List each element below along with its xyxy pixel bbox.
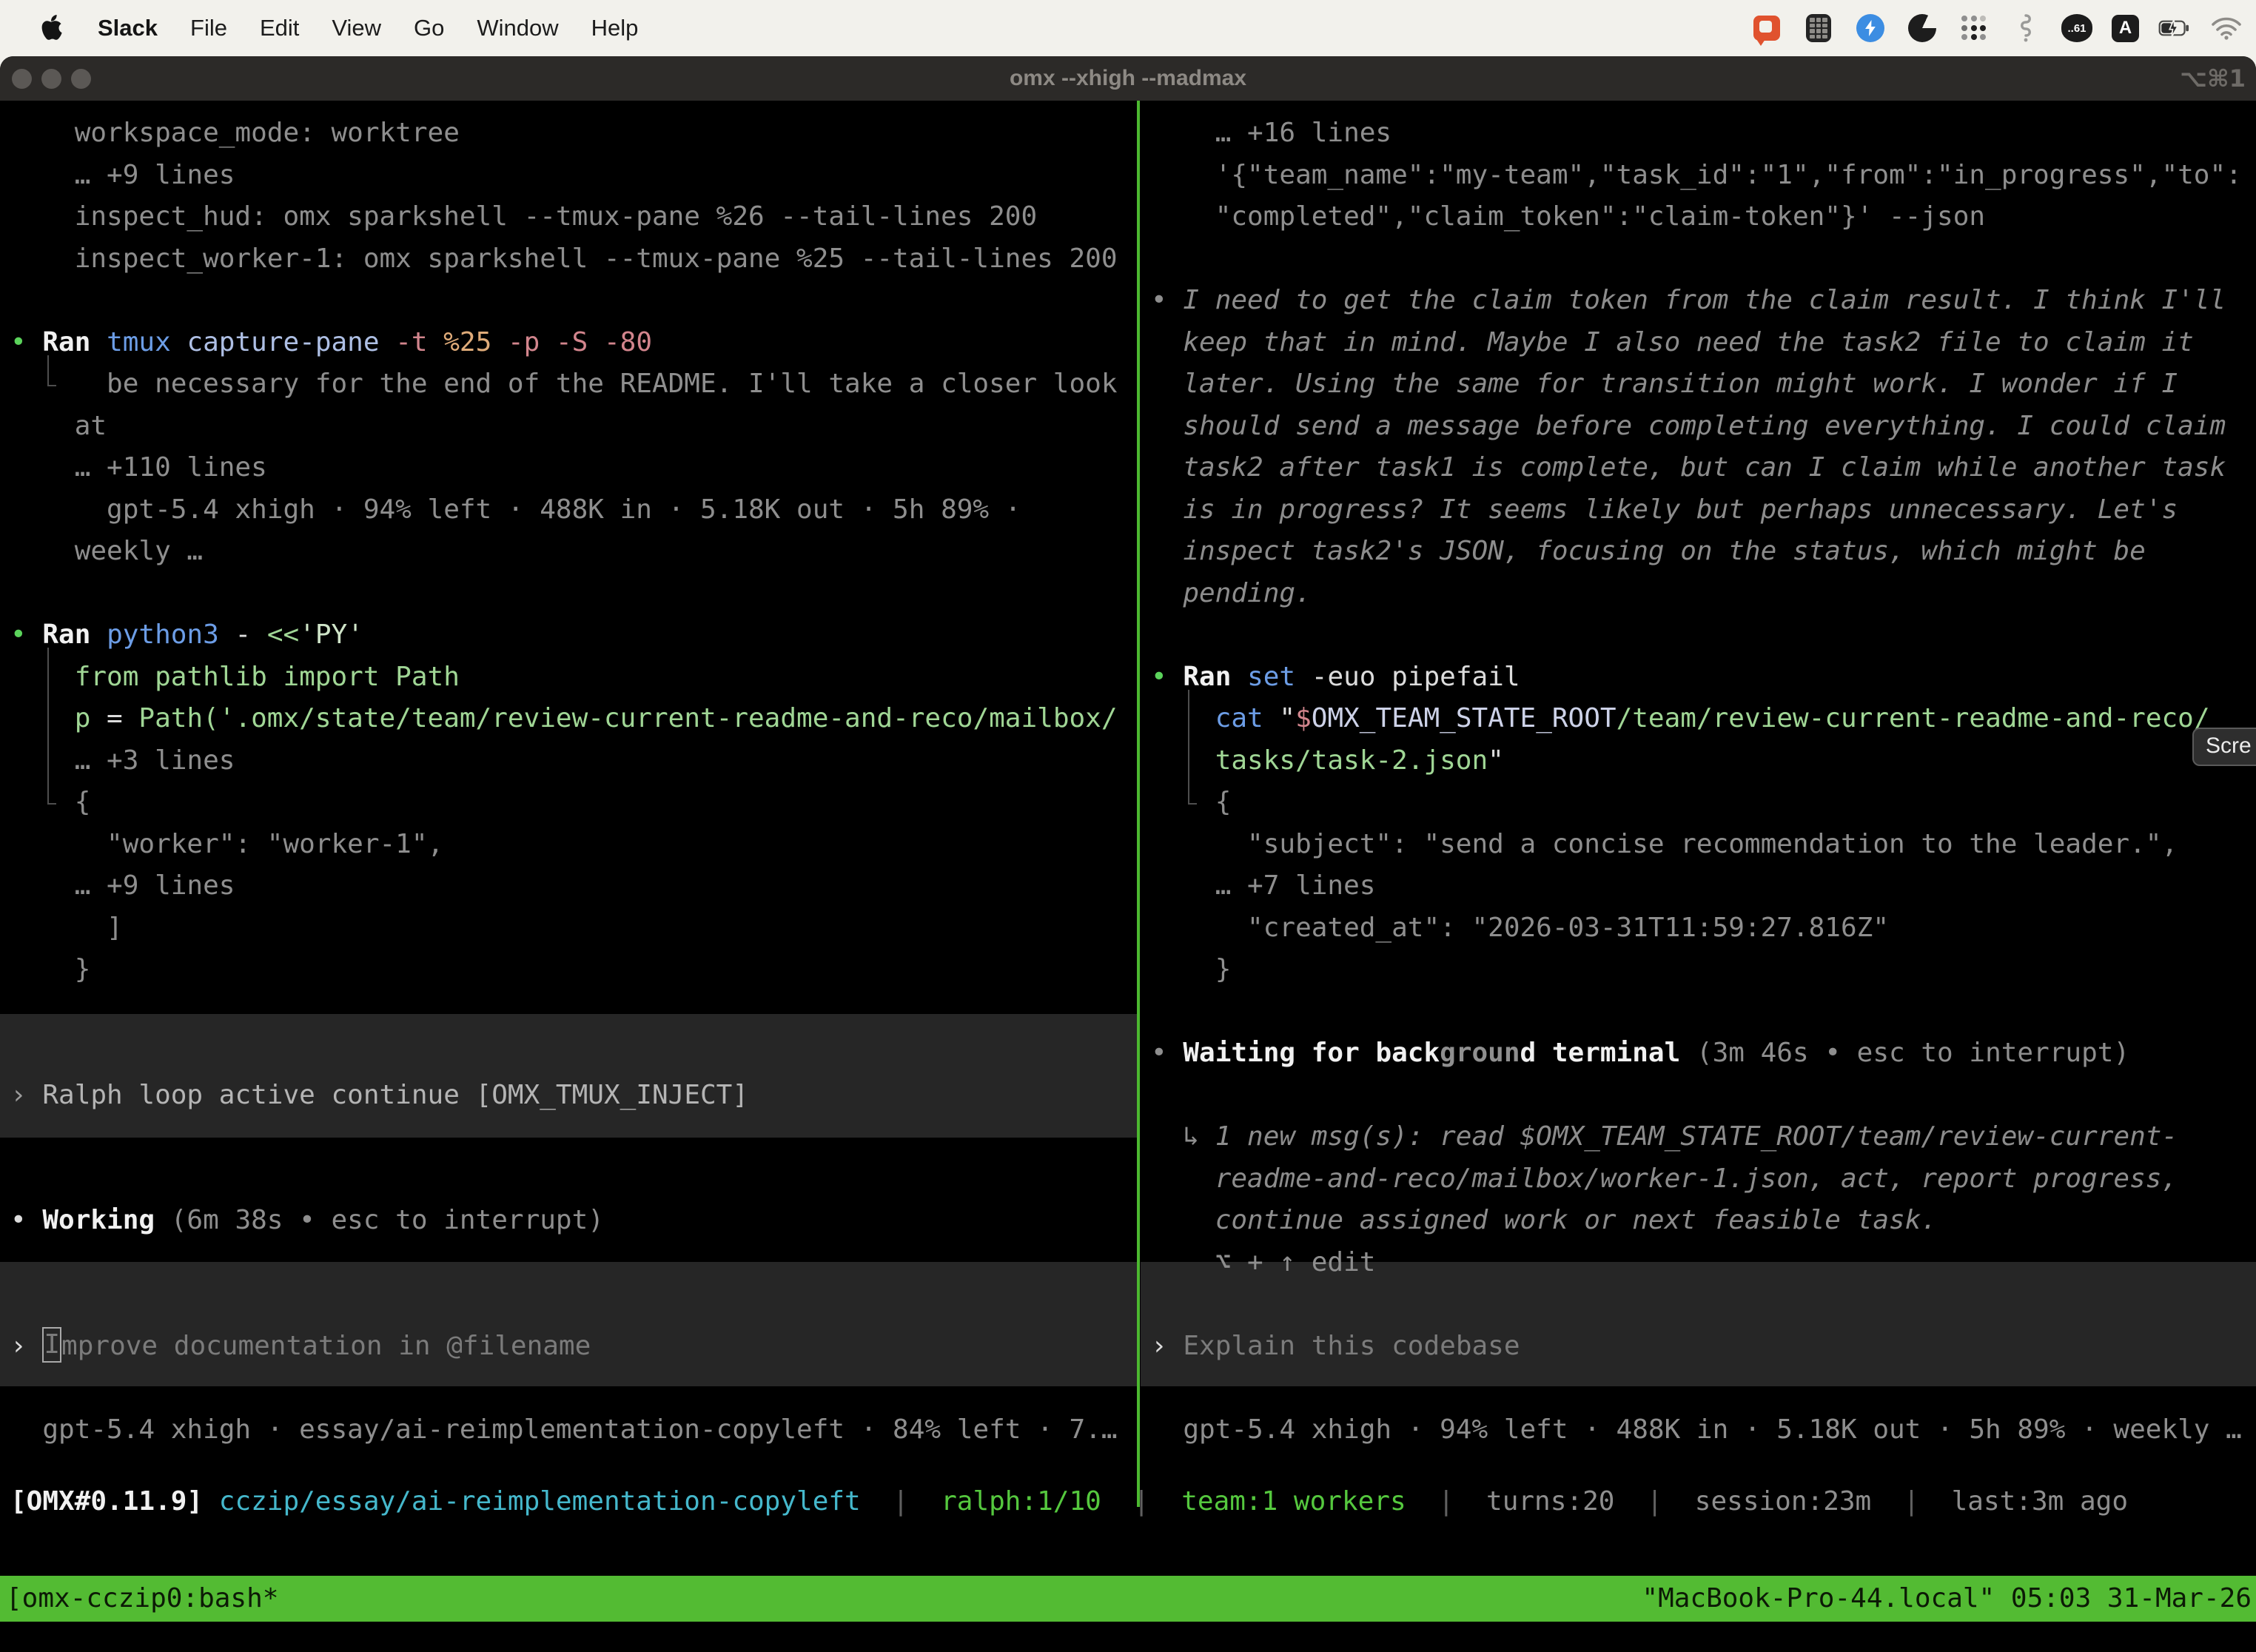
- terminal-line: tasks/task-2.json": [1151, 739, 1504, 782]
- terminal-line: {: [1151, 781, 1231, 823]
- window-title: omx --xhigh --madmax: [0, 56, 2256, 101]
- terminal-window: omx --xhigh --madmax ⌥⌘1 workspace_mode:…: [0, 56, 2256, 1652]
- apple-logo-icon[interactable]: [40, 13, 65, 43]
- terminal-line: • Waiting for background terminal (3m 46…: [1151, 1032, 2129, 1074]
- terminal-line: task2 after task1 is complete, but can I…: [1151, 446, 2226, 488]
- terminal-pane-left[interactable]: workspace_mode: worktree … +9 lines insp…: [0, 112, 1137, 1511]
- tmux-status-bar: [omx-cczip0:bash* "MacBook-Pro-44.local"…: [0, 1576, 2256, 1622]
- terminal-line: … +9 lines: [10, 864, 235, 907]
- terminal-line: ↳ 1 new msg(s): read $OMX_TEAM_STATE_ROO…: [1151, 1115, 2178, 1158]
- window-title-bar: omx --xhigh --madmax ⌥⌘1: [0, 56, 2256, 101]
- terminal-line: should send a message before completing …: [1151, 405, 2226, 447]
- menu-item-view[interactable]: View: [332, 15, 381, 41]
- terminal-line: • Working (6m 38s • esc to interrupt): [10, 1199, 604, 1241]
- terminal-line: inspect_worker-1: omx sparkshell --tmux-…: [10, 238, 1118, 280]
- terminal-line: "completed","claim_token":"claim-token"}…: [1151, 195, 1985, 238]
- terminal-line: weekly …: [10, 530, 203, 572]
- terminal-line: be necessary for the end of the README. …: [10, 363, 1118, 405]
- menu-bar-status-icons: ..61 A: [1750, 12, 2256, 44]
- menu-bar-left: Slack File Edit View Go Window Help: [0, 13, 638, 43]
- menu-item-file[interactable]: File: [190, 15, 227, 41]
- terminal-line: workspace_mode: worktree: [10, 112, 460, 154]
- dots-grid-icon[interactable]: [1958, 12, 1990, 44]
- terminal-line: "created_at": "2026-03-31T11:59:27.816Z": [1151, 907, 1889, 949]
- terminal-line: }: [10, 948, 90, 990]
- bolt-app-icon[interactable]: [1854, 12, 1887, 44]
- badge-61-icon[interactable]: ..61: [2061, 14, 2092, 42]
- terminal-line: inspect task2's JSON, focusing on the st…: [1151, 530, 2146, 572]
- terminal-line: {: [10, 781, 90, 823]
- menu-item-go[interactable]: Go: [414, 15, 444, 41]
- terminal-line: gpt-5.4 xhigh · 94% left · 488K in · 5.1…: [10, 488, 1021, 531]
- terminal-line: later. Using the same for transition mig…: [1151, 363, 2178, 405]
- screen-tooltip: Scre: [2192, 728, 2256, 766]
- terminal-line: gpt-5.4 xhigh · 94% left · 488K in · 5.1…: [1151, 1408, 2242, 1451]
- terminal-line: is in progress? It seems likely but perh…: [1151, 488, 2178, 531]
- pane-divider[interactable]: [1137, 101, 1140, 1507]
- menu-item-window[interactable]: Window: [477, 15, 558, 41]
- terminal-line: › Ralph loop active continue [OMX_TMUX_I…: [10, 1074, 748, 1116]
- terminal-line: [OMX#0.11.9] cczip/essay/ai-reimplementa…: [10, 1480, 2128, 1522]
- terminal-line: • I need to get the claim token from the…: [1151, 279, 2226, 321]
- menu-item-edit[interactable]: Edit: [260, 15, 299, 41]
- terminal-line: ⌥ + ↑ edit: [1151, 1241, 1375, 1283]
- terminal-line: cat "$OMX_TEAM_STATE_ROOT/team/review-cu…: [1151, 697, 2210, 739]
- terminal-line: … +7 lines: [1151, 864, 1375, 907]
- menu-item-help[interactable]: Help: [591, 15, 639, 41]
- terminal-line: at: [10, 405, 107, 447]
- terminal-line: "subject": "send a concise recommendatio…: [1151, 823, 2178, 865]
- menu-app-name[interactable]: Slack: [98, 15, 158, 41]
- terminal-line: … +110 lines: [10, 446, 267, 488]
- terminal-line: readme-and-reco/mailbox/worker-1.json, a…: [1151, 1158, 2178, 1200]
- chat-app-icon[interactable]: [1750, 12, 1783, 44]
- terminal-line: • Ran python3 - <<'PY': [10, 614, 363, 656]
- terminal-line: ]: [10, 907, 123, 949]
- terminal-line: from pathlib import Path: [10, 656, 460, 698]
- crescent-app-icon[interactable]: [1906, 12, 1938, 44]
- battery-icon[interactable]: [2158, 12, 2191, 44]
- terminal-line: p = Path('.omx/state/team/review-current…: [10, 697, 1118, 739]
- terminal-line: "worker": "worker-1",: [10, 823, 443, 865]
- tmux-session-label: [omx-cczip0:bash*: [0, 1576, 278, 1622]
- terminal-line: continue assigned work or next feasible …: [1151, 1199, 1937, 1241]
- tmux-host-clock: "MacBook-Pro-44.local" 05:03 31-Mar-26: [1642, 1576, 2256, 1622]
- terminal-line: keep that in mind. Maybe I also need the…: [1151, 321, 2194, 363]
- terminal-line: › Explain this codebase: [1151, 1325, 1520, 1367]
- wifi-icon[interactable]: [2210, 12, 2243, 44]
- terminal-line: • Ran tmux capture-pane -t %25 -p -S -80: [10, 321, 652, 363]
- terminal-line: inspect_hud: omx sparkshell --tmux-pane …: [10, 195, 1037, 238]
- terminal-line: }: [1151, 948, 1231, 990]
- terminal-line: › Improve documentation in @filename: [10, 1325, 591, 1367]
- menu-items: File Edit View Go Window Help: [190, 15, 638, 41]
- terminal-line: … +9 lines: [10, 154, 235, 196]
- terminal-line: … +16 lines: [1151, 112, 1391, 154]
- keypad-app-icon[interactable]: [1802, 12, 1835, 44]
- omx-status-bar: [OMX#0.11.9] cczip/essay/ai-reimplementa…: [0, 1480, 2256, 1522]
- terminal-line: … +3 lines: [10, 739, 235, 782]
- terminal-line: • Ran set -euo pipefail: [1151, 656, 1520, 698]
- hook-app-icon[interactable]: [2010, 12, 2042, 44]
- macos-menu-bar: Slack File Edit View Go Window Help ..61: [0, 0, 2256, 56]
- terminal-pane-right[interactable]: … +16 lines '{"team_name":"my-team","tas…: [1141, 112, 2256, 1511]
- terminal-line: gpt-5.4 xhigh · essay/ai-reimplementatio…: [10, 1408, 1118, 1451]
- a-app-icon[interactable]: A: [2112, 15, 2139, 42]
- window-shortcut-badge: ⌥⌘1: [2180, 56, 2246, 101]
- terminal-line: '{"team_name":"my-team","task_id":"1","f…: [1151, 154, 2242, 196]
- terminal-line: pending.: [1151, 572, 1312, 614]
